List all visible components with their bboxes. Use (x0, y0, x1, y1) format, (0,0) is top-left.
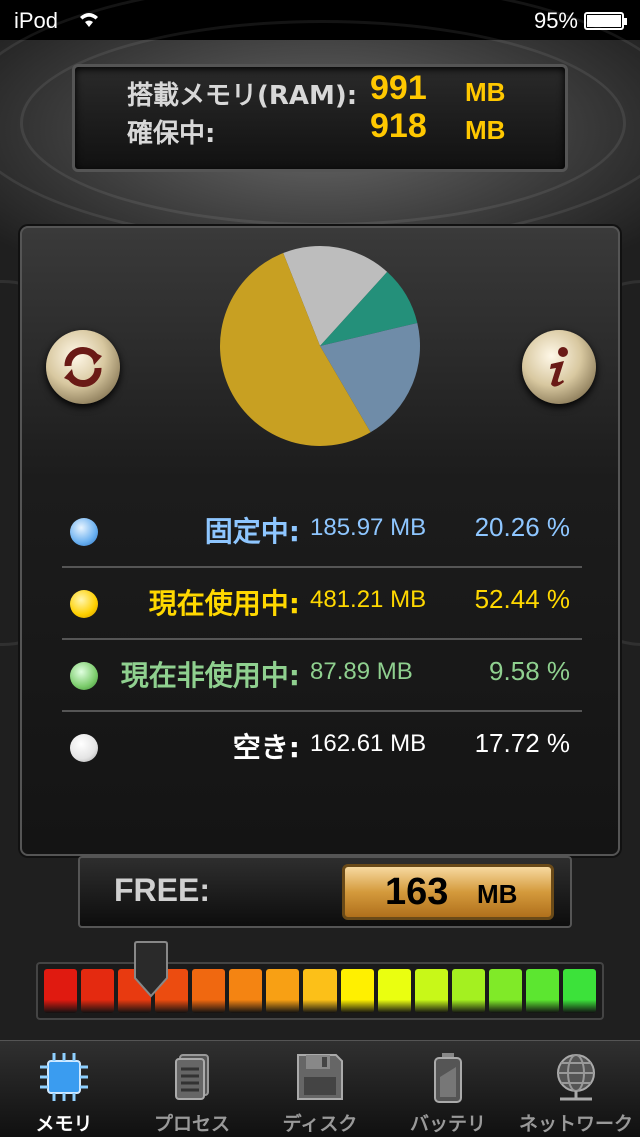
meter-segment (525, 969, 559, 1013)
meter-segment (192, 969, 226, 1013)
free-value: 163 (385, 871, 449, 913)
legend-mb-active: 481.21 MB (310, 586, 427, 613)
free-label: FREE: (114, 872, 210, 908)
reserved-unit: MB (465, 115, 506, 145)
tab-battery[interactable]: バッテリ (384, 1041, 512, 1137)
free-memory-readout: FREE: 163 MB (78, 856, 572, 928)
legend-dot-inactive (70, 662, 98, 690)
process-document-icon (175, 1054, 209, 1100)
tab-memory[interactable]: メモリ (0, 1041, 128, 1137)
legend-row-free: 空き: 162.61 MB 17.72 % (60, 710, 582, 782)
legend-mb-inactive: 87.89 MB (310, 658, 413, 685)
refresh-button[interactable] (46, 330, 120, 404)
legend-mb-wired: 185.97 MB (310, 514, 427, 541)
refresh-icon (64, 346, 102, 388)
legend-row-active: 現在使用中: 481.21 MB 52.44 % (60, 566, 582, 638)
ram-unit: MB (465, 77, 506, 107)
meter-segment (303, 969, 337, 1013)
free-memory-meter (36, 962, 604, 1020)
meter-segment (44, 969, 78, 1013)
legend-label-wired: 固定中: (204, 515, 300, 548)
legend-dot-wired (70, 518, 98, 546)
legend-pct-inactive: 9.58 % (489, 656, 570, 686)
legend-dot-free (70, 734, 98, 762)
meter-pointer-icon (134, 941, 168, 998)
legend-pct-active: 52.44 % (474, 584, 570, 614)
tab-battery-label: バッテリ (409, 1113, 486, 1135)
disk-floppy-icon (297, 1054, 343, 1100)
legend-label-inactive: 現在非使用中: (120, 659, 300, 692)
legend-label-free: 空き: (232, 731, 300, 764)
info-button[interactable] (522, 330, 596, 404)
meter-segment (451, 969, 485, 1013)
battery-icon (434, 1053, 462, 1103)
tab-process-label: プロセス (153, 1113, 230, 1135)
legend-dot-active (70, 590, 98, 618)
tab-network-label: ネットワーク (518, 1113, 633, 1135)
free-value-box: 163 MB (342, 864, 554, 920)
meter-segment (229, 969, 263, 1013)
memory-pie-chart (219, 246, 420, 447)
network-globe-icon (557, 1054, 595, 1101)
free-unit: MB (477, 879, 518, 909)
tab-memory-label: メモリ (35, 1113, 93, 1135)
legend-row-inactive: 現在非使用中: 87.89 MB 9.58 % (60, 638, 582, 710)
tab-disk-label: ディスク (282, 1113, 358, 1135)
ram-label: 搭載メモリ(RAM): (127, 81, 358, 111)
meter-segment (377, 969, 411, 1013)
meter-segment (266, 969, 300, 1013)
meter-segment (488, 969, 522, 1013)
meter-segment (562, 969, 596, 1013)
reserved-label: 確保中: (127, 119, 216, 149)
tab-network[interactable]: ネットワーク (512, 1041, 640, 1137)
meter-segment (81, 969, 115, 1013)
legend-pct-free: 17.72 % (474, 728, 570, 758)
reserved-value: 918 (370, 107, 427, 145)
legend-label-active: 現在使用中: (148, 587, 300, 620)
memory-chip-icon (40, 1053, 88, 1101)
memory-summary-panel: 搭載メモリ(RAM): 991 MB 確保中: 918 MB (72, 64, 568, 172)
ram-value: 991 (370, 69, 427, 107)
tab-disk[interactable]: ディスク (256, 1041, 384, 1137)
meter-segment (414, 969, 448, 1013)
legend-mb-free: 162.61 MB (310, 730, 427, 757)
meter-segment (340, 969, 374, 1013)
legend-pct-wired: 20.26 % (474, 512, 570, 542)
tab-process[interactable]: プロセス (128, 1041, 256, 1137)
legend-row-wired: 固定中: 185.97 MB 20.26 % (60, 494, 582, 566)
tab-bar: メモリ プロセス ディスク バッテリ ネットワーク (0, 1040, 640, 1137)
info-icon (550, 347, 568, 387)
